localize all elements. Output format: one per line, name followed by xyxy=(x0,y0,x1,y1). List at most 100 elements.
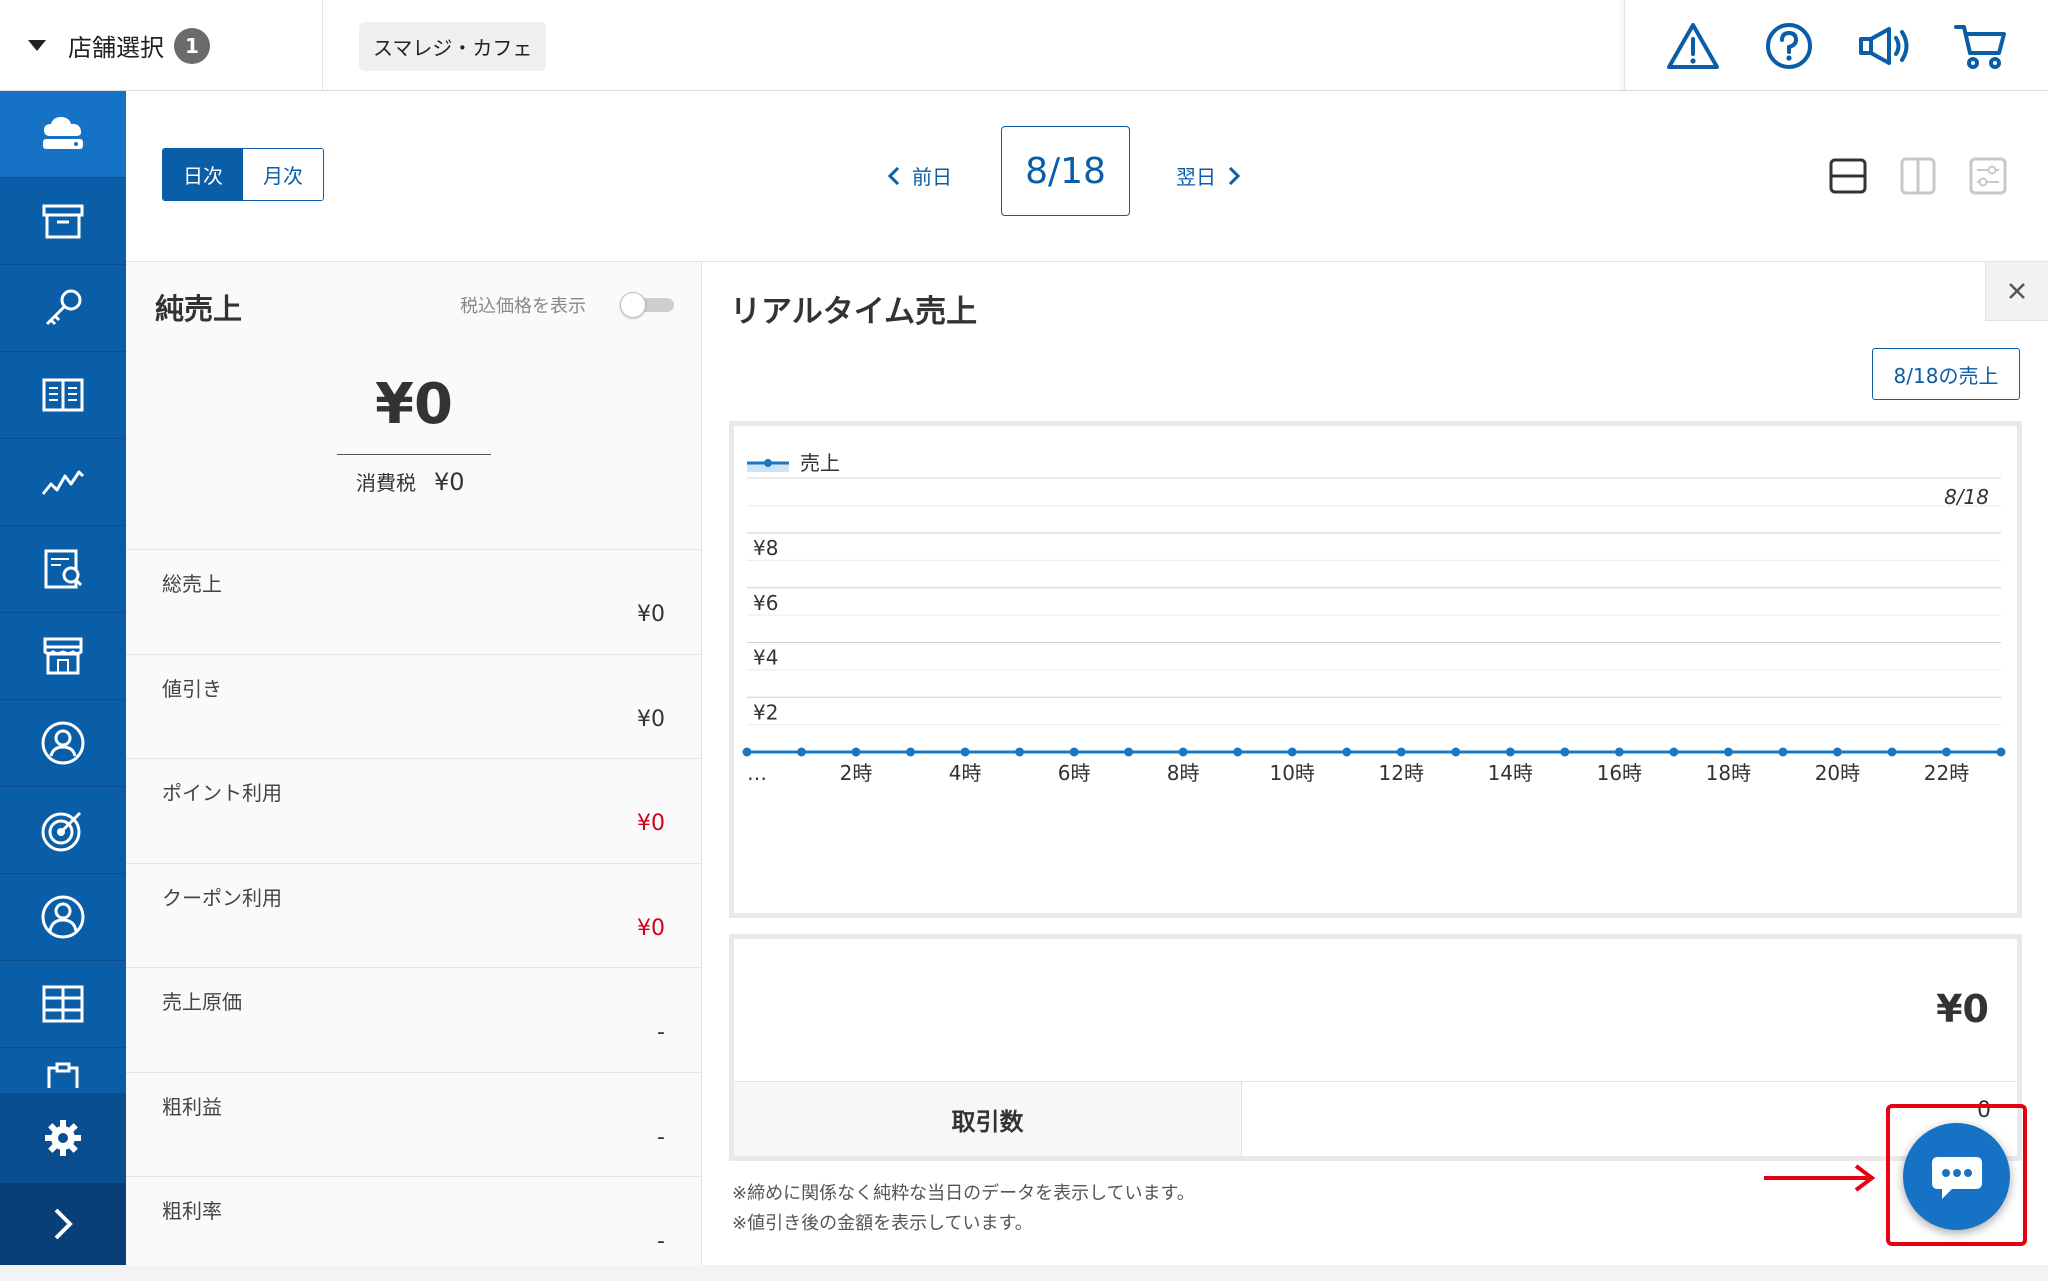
data-point[interactable] xyxy=(1505,747,1515,757)
close-icon xyxy=(2009,283,2025,299)
period-toggle: 日次 月次 xyxy=(162,148,324,201)
store-select-dropdown[interactable]: 店舗選択 1 xyxy=(0,0,323,91)
data-point[interactable] xyxy=(1178,747,1188,757)
prev-day-button[interactable]: 前日 xyxy=(886,161,952,190)
next-day-label: 翌日 xyxy=(1176,165,1216,189)
megaphone-icon[interactable] xyxy=(1852,14,1916,78)
close-panel-button[interactable] xyxy=(1985,262,2048,321)
metric-name: 売上原価 xyxy=(162,990,242,1014)
data-point[interactable] xyxy=(1233,747,1243,757)
data-point[interactable] xyxy=(797,747,807,757)
tax-label: 消費税 xyxy=(356,471,416,495)
sidebar-item-archive[interactable] xyxy=(0,178,126,265)
metric-name: 粗利益 xyxy=(162,1094,222,1119)
layout-rows-icon[interactable] xyxy=(1828,156,1868,196)
metric-value: ¥0 xyxy=(637,811,665,836)
data-point[interactable] xyxy=(1996,747,2006,757)
date-sales-button[interactable]: 8/18の売上 xyxy=(1872,348,2020,400)
x-tick-label: 6時 xyxy=(1058,761,1091,785)
data-point[interactable] xyxy=(906,747,916,757)
metric-name: ポイント利用 xyxy=(162,781,282,805)
clipboard-icon xyxy=(47,1062,79,1088)
sidebar-item-grid[interactable] xyxy=(0,961,126,1048)
metric-name: 総売上 xyxy=(162,572,222,596)
sidebar-item-target[interactable] xyxy=(0,787,126,874)
data-point[interactable] xyxy=(1723,747,1733,757)
sidebar-item-cloud[interactable] xyxy=(0,91,126,178)
date-toolbar: 日次 月次 前日 8/18 翌日 xyxy=(126,91,2048,262)
main-content: 日次 月次 前日 8/18 翌日 純売上 税込価格を表示 ¥0 消費税 ¥0 総… xyxy=(126,91,2048,1265)
realtime-title: リアルタイム売上 xyxy=(730,294,978,330)
data-point[interactable] xyxy=(1451,747,1461,757)
metric-name: クーポン利用 xyxy=(162,885,282,910)
chart-legend: 売上 xyxy=(747,451,840,475)
data-point[interactable] xyxy=(1124,747,1134,757)
x-tick-label: 2時 xyxy=(840,761,873,785)
trend-icon xyxy=(41,470,85,495)
y-tick-label: ¥2 xyxy=(753,700,778,724)
sidebar-item-store[interactable] xyxy=(0,613,126,700)
prev-day-label: 前日 xyxy=(912,165,952,189)
x-tick-label: 12時 xyxy=(1379,761,1424,785)
sidebar-bottom xyxy=(0,1093,126,1265)
metric-coupon: クーポン利用 ¥0 xyxy=(126,862,701,968)
help-icon[interactable] xyxy=(1757,14,1821,78)
note-2: ※値引き後の金額を表示しています。 xyxy=(732,1213,1033,1234)
data-point[interactable] xyxy=(1614,747,1624,757)
sidebar-item-clipboard[interactable] xyxy=(0,1048,126,1088)
data-point[interactable] xyxy=(1287,747,1297,757)
chat-support-button[interactable] xyxy=(1903,1123,2010,1230)
transactions-row: 取引数 0 xyxy=(734,1081,2017,1156)
sidebar-item-key[interactable] xyxy=(0,265,126,352)
chart-svg: 売上 8/18 ¥2¥4¥6¥8 … 2時 4時 6時 8時 10時 12時 14時 16時 18… xyxy=(742,451,2006,785)
data-point[interactable] xyxy=(1560,747,1570,757)
top-actions xyxy=(1624,0,2048,91)
layout-switcher xyxy=(1828,156,2008,196)
data-point[interactable] xyxy=(1941,747,1951,757)
data-point[interactable] xyxy=(1832,747,1842,757)
chevron-right-icon xyxy=(54,1208,73,1240)
data-point[interactable] xyxy=(851,747,861,757)
cart-icon[interactable] xyxy=(1948,14,2012,78)
x-tick-label: 22時 xyxy=(1924,761,1969,785)
layout-columns-icon[interactable] xyxy=(1898,156,1938,196)
sidebar-item-user[interactable] xyxy=(0,874,126,961)
sidebar-item-report[interactable] xyxy=(0,526,126,613)
sidebar xyxy=(0,91,126,1265)
net-sales-title: 純売上 xyxy=(155,292,243,326)
metric-name: 粗利率 xyxy=(162,1199,222,1223)
user-icon xyxy=(41,895,85,939)
divider xyxy=(337,454,491,455)
monthly-tab[interactable]: 月次 xyxy=(243,149,323,200)
daily-tab[interactable]: 日次 xyxy=(163,149,243,200)
metric-value: - xyxy=(657,1020,665,1045)
next-day-button[interactable]: 翌日 xyxy=(1176,161,1242,190)
sidebar-item-customer[interactable] xyxy=(0,700,126,787)
report-icon xyxy=(44,549,83,589)
metric-value: ¥0 xyxy=(637,915,665,941)
tax-toggle-switch[interactable] xyxy=(620,292,674,318)
x-tick-label: 10時 xyxy=(1269,761,1314,785)
y-tick-label: ¥4 xyxy=(753,646,778,670)
y-tick-label: ¥6 xyxy=(753,591,778,615)
realtime-chart: 売上 8/18 ¥2 ¥4 ¥6 ¥8 … 2時 4時 6時 8時 10時 12時 14時 16時 18… xyxy=(729,421,2022,918)
data-point[interactable] xyxy=(1015,747,1025,757)
warning-icon[interactable] xyxy=(1661,14,1725,78)
data-point[interactable] xyxy=(1887,747,1897,757)
chart-series xyxy=(742,747,2006,757)
sidebar-item-book[interactable] xyxy=(0,352,126,439)
caret-down-icon xyxy=(28,40,46,51)
cloud-icon xyxy=(43,117,83,149)
data-point[interactable] xyxy=(742,747,752,757)
data-point[interactable] xyxy=(1396,747,1406,757)
sidebar-expand-button[interactable] xyxy=(0,1183,126,1265)
data-point[interactable] xyxy=(1778,747,1788,757)
data-point[interactable] xyxy=(1069,747,1079,757)
data-point[interactable] xyxy=(1669,747,1679,757)
settings-button[interactable] xyxy=(0,1093,126,1183)
sidebar-item-trend[interactable] xyxy=(0,439,126,526)
data-point[interactable] xyxy=(960,747,970,757)
current-date[interactable]: 8/18 xyxy=(1001,126,1130,216)
layout-settings-icon[interactable] xyxy=(1968,156,2008,196)
data-point[interactable] xyxy=(1342,747,1352,757)
